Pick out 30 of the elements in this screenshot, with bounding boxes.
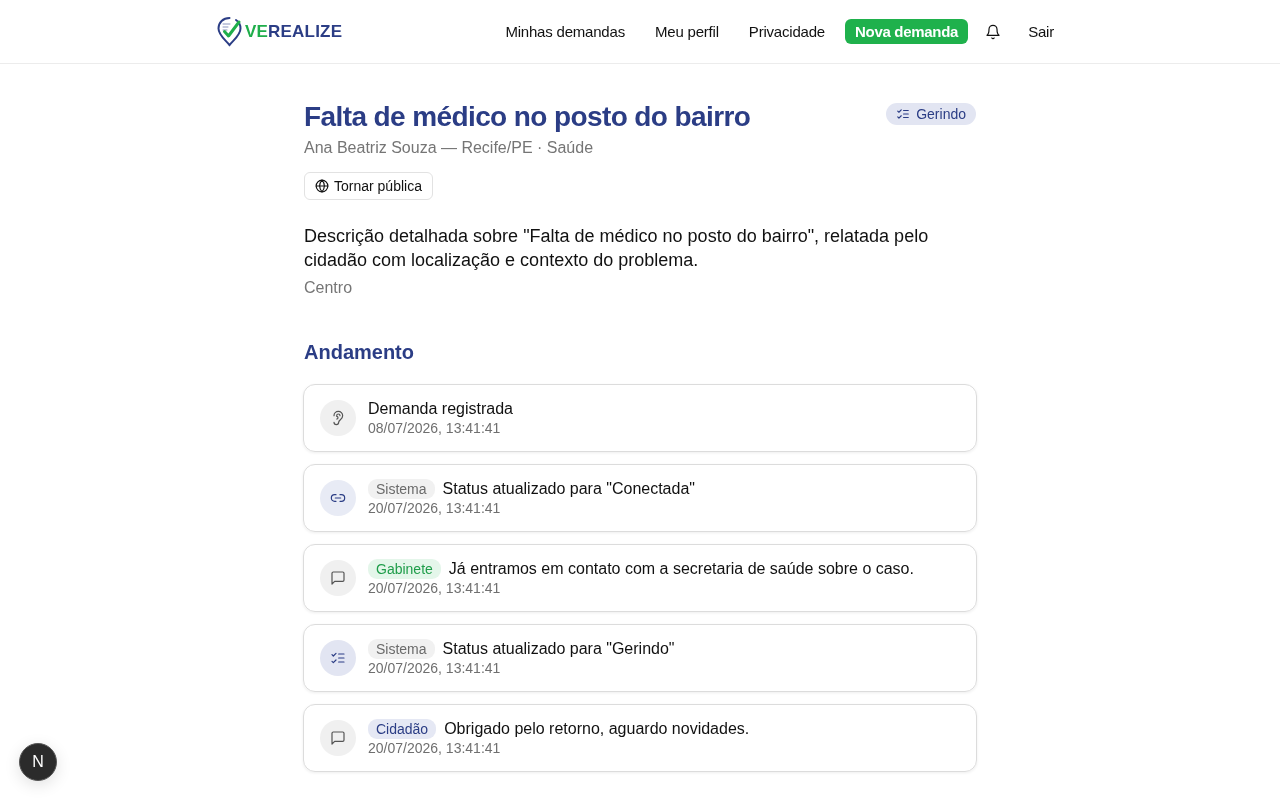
event-text: Obrigado pelo retorno, aguardo novidades. bbox=[444, 719, 750, 739]
status-label: Gerindo bbox=[916, 106, 966, 122]
dev-tools-button[interactable]: N bbox=[19, 743, 57, 781]
nav-link[interactable]: Privacidade bbox=[738, 17, 835, 46]
section-title: Andamento bbox=[304, 340, 415, 364]
neighborhood-label: Centro bbox=[304, 278, 354, 298]
event-time: 20/07/2026, 13:41:41 bbox=[368, 659, 502, 677]
make-public-button[interactable]: Tornar pública bbox=[304, 172, 433, 200]
demand-description: Descrição detalhada sobre "Falta de médico no posto do bairro", relatada pelo cidadão com localização e contexto do problema. bbox=[304, 225, 930, 272]
checklist-icon bbox=[896, 107, 911, 121]
nav-link[interactable]: Meu perfil bbox=[644, 17, 729, 46]
globe-icon bbox=[315, 179, 329, 193]
logo-icon[interactable] bbox=[216, 16, 243, 47]
demand-title: Falta de médico no posto do bairro bbox=[304, 100, 751, 134]
event-text: Demanda registrada bbox=[368, 399, 513, 419]
event-text: Status atualizado para "Gerindo" bbox=[442, 639, 675, 659]
event-time: 20/07/2026, 13:41:41 bbox=[368, 739, 502, 757]
event-time: 20/07/2026, 13:41:41 bbox=[368, 499, 502, 517]
author-tag: Sistema bbox=[368, 479, 435, 499]
author-tag: Cidadão bbox=[368, 719, 437, 739]
author-tag: Gabinete bbox=[368, 559, 441, 579]
event-time: 08/07/2026, 13:41:41 bbox=[368, 419, 502, 437]
nav-link[interactable]: Sair bbox=[1018, 17, 1064, 46]
event-time: 20/07/2026, 13:41:41 bbox=[368, 579, 502, 597]
event-text: Já entramos em contato com a secretaria de saúde sobre o caso. bbox=[448, 559, 914, 579]
nav-link[interactable]: Minhas demandas bbox=[495, 17, 635, 46]
author-tag: Sistema bbox=[368, 639, 435, 659]
event-text: Status atualizado para "Conectada" bbox=[442, 479, 695, 499]
demand-meta: Ana Beatriz Souza — Recife/PE · Saúde bbox=[304, 138, 595, 158]
logo-text: VEREALIZE bbox=[245, 21, 343, 42]
